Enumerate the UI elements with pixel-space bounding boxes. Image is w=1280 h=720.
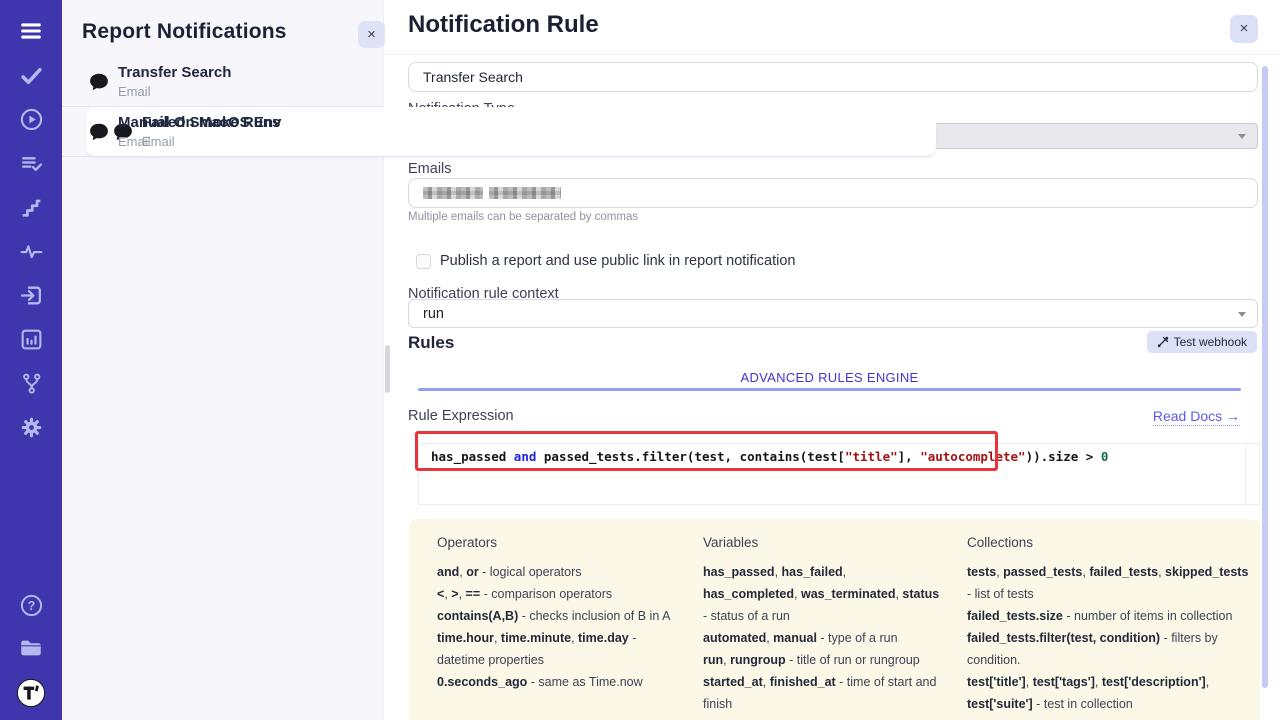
help-line: time.hour, time.minute, time.day - datet… bbox=[437, 627, 679, 671]
rule-name-input[interactable]: Transfer Search bbox=[408, 62, 1258, 92]
folder-icon[interactable] bbox=[18, 635, 44, 661]
rules-tab-bar: ADVANCED RULES ENGINE bbox=[418, 369, 1241, 387]
rule-expression-label: Rule Expression bbox=[408, 408, 514, 424]
help-column-operators: Operators and, or - logical operators<, >… bbox=[437, 535, 679, 720]
help-line: 0.seconds_ago - same as Time.now bbox=[437, 671, 679, 693]
code-token-str: "autocomplete" bbox=[920, 449, 1025, 464]
publish-report-label: Publish a report and use public link in … bbox=[440, 253, 795, 269]
help-column-variables: Variables has_passed, has_failed, has_com… bbox=[703, 535, 943, 720]
help-line: failed_tests.size - number of items in c… bbox=[967, 605, 1255, 627]
help-line: tests, passed_tests, failed_tests, skipp… bbox=[967, 561, 1255, 605]
list-item[interactable]: Transfer Search Email bbox=[62, 57, 383, 107]
webhook-icon bbox=[1157, 336, 1169, 348]
help-icon[interactable]: ? bbox=[18, 592, 44, 618]
read-docs-link[interactable]: Read Docs → bbox=[1153, 408, 1240, 426]
code-token-plain: ], bbox=[898, 449, 921, 464]
play-circle-icon[interactable] bbox=[18, 106, 44, 132]
help-line: has_passed, has_failed, has_completed, w… bbox=[703, 561, 943, 627]
notification-title: Manual On MacOS Env bbox=[118, 114, 281, 131]
app-root: ? Report Notifications × Transfer Search… bbox=[0, 0, 1280, 720]
sidebar: ? bbox=[0, 0, 62, 720]
test-webhook-button[interactable]: Test webhook bbox=[1147, 331, 1257, 353]
emails-input[interactable] bbox=[408, 178, 1258, 208]
list-check-icon[interactable] bbox=[18, 150, 44, 176]
menu-icon[interactable] bbox=[18, 18, 44, 44]
notification-type: Email bbox=[118, 134, 151, 149]
tab-advanced-rules-engine[interactable]: ADVANCED RULES ENGINE bbox=[741, 370, 919, 385]
dialog-header: Notification Rule × bbox=[384, 0, 1280, 55]
pulse-icon[interactable] bbox=[18, 238, 44, 264]
help-column-title: Operators bbox=[437, 535, 679, 550]
gear-icon[interactable] bbox=[18, 414, 44, 440]
help-column-title: Collections bbox=[967, 535, 1255, 550]
help-line: automated, manual - type of a run bbox=[703, 627, 943, 649]
speech-bubble-icon bbox=[88, 121, 110, 143]
help-line: failed_tests.filter(test, condition) - f… bbox=[967, 627, 1255, 671]
help-line: and, or - logical operators bbox=[437, 561, 679, 583]
sign-in-icon[interactable] bbox=[18, 282, 44, 308]
help-column-collections: Collections tests, passed_tests, failed_t… bbox=[967, 535, 1255, 720]
dialog-close-button[interactable]: × bbox=[1230, 15, 1258, 43]
sidebar-top-icons bbox=[18, 18, 44, 440]
chevron-down-icon bbox=[1238, 134, 1246, 139]
report-notifications-panel: Report Notifications × Transfer Search E… bbox=[62, 0, 383, 720]
context-select[interactable]: run bbox=[408, 299, 1258, 328]
publish-report-checkbox[interactable] bbox=[416, 254, 431, 269]
emails-redacted-value bbox=[423, 187, 483, 199]
branch-icon[interactable] bbox=[18, 370, 44, 396]
help-line: contains(A,B) - checks inclusion of B in… bbox=[437, 605, 679, 627]
code-token-plain: passed_tests.filter(test, contains(test[ bbox=[536, 449, 845, 464]
testomat-logo-icon[interactable] bbox=[16, 678, 46, 708]
dialog-title: Notification Rule bbox=[408, 11, 599, 39]
help-column-title: Variables bbox=[703, 535, 943, 550]
emails-label: Emails bbox=[408, 161, 452, 177]
svg-text:?: ? bbox=[27, 598, 35, 612]
check-icon[interactable] bbox=[18, 62, 44, 88]
notification-type: Email bbox=[118, 84, 151, 99]
list-item[interactable]: Manual On MacOS Env Email bbox=[62, 107, 383, 157]
help-line: run, rungroup - title of run or rungroup bbox=[703, 649, 943, 671]
code-token-plain: )).size > bbox=[1026, 449, 1101, 464]
panel-scrollbar[interactable] bbox=[385, 345, 390, 393]
sidebar-bottom-icons: ? bbox=[16, 592, 46, 708]
emails-redacted-value bbox=[489, 187, 561, 199]
code-token-str: "title" bbox=[845, 449, 898, 464]
code-token-plain: has_passed bbox=[431, 449, 514, 464]
help-line: test['title'], test['tags'], test['descr… bbox=[967, 671, 1255, 715]
publish-report-checkbox-row[interactable]: Publish a report and use public link in … bbox=[416, 253, 795, 269]
help-line: started_at, finished_at - time of start … bbox=[703, 671, 943, 715]
editor-gutter-line bbox=[1245, 444, 1246, 504]
rules-heading: Rules bbox=[408, 333, 454, 353]
steps-icon[interactable] bbox=[18, 194, 44, 220]
context-value: run bbox=[409, 306, 444, 322]
test-webhook-label: Test webhook bbox=[1174, 335, 1247, 349]
rules-help-panel: Operators and, or - logical operators<, >… bbox=[409, 519, 1260, 720]
panel-title: Report Notifications bbox=[82, 20, 287, 44]
code-token-num: 0 bbox=[1101, 449, 1109, 464]
panel-close-button[interactable]: × bbox=[358, 21, 385, 48]
emails-hint: Multiple emails can be separated by comm… bbox=[408, 211, 638, 223]
rule-expression-editor[interactable]: has_passed and passed_tests.filter(test,… bbox=[418, 443, 1260, 505]
bar-chart-icon[interactable] bbox=[18, 326, 44, 352]
chevron-down-icon bbox=[1238, 312, 1246, 317]
rule-expression-code: has_passed and passed_tests.filter(test,… bbox=[431, 449, 1108, 464]
help-line: <, >, == - comparison operators bbox=[437, 583, 679, 605]
speech-bubble-icon bbox=[88, 71, 110, 93]
dialog-scrollbar[interactable] bbox=[1262, 66, 1268, 688]
notification-title: Transfer Search bbox=[118, 64, 231, 81]
code-token-kw: and bbox=[514, 449, 537, 464]
notification-list: Transfer Search Email Failed Smoke Runs … bbox=[62, 57, 383, 157]
tab-active-underline bbox=[418, 388, 1241, 391]
